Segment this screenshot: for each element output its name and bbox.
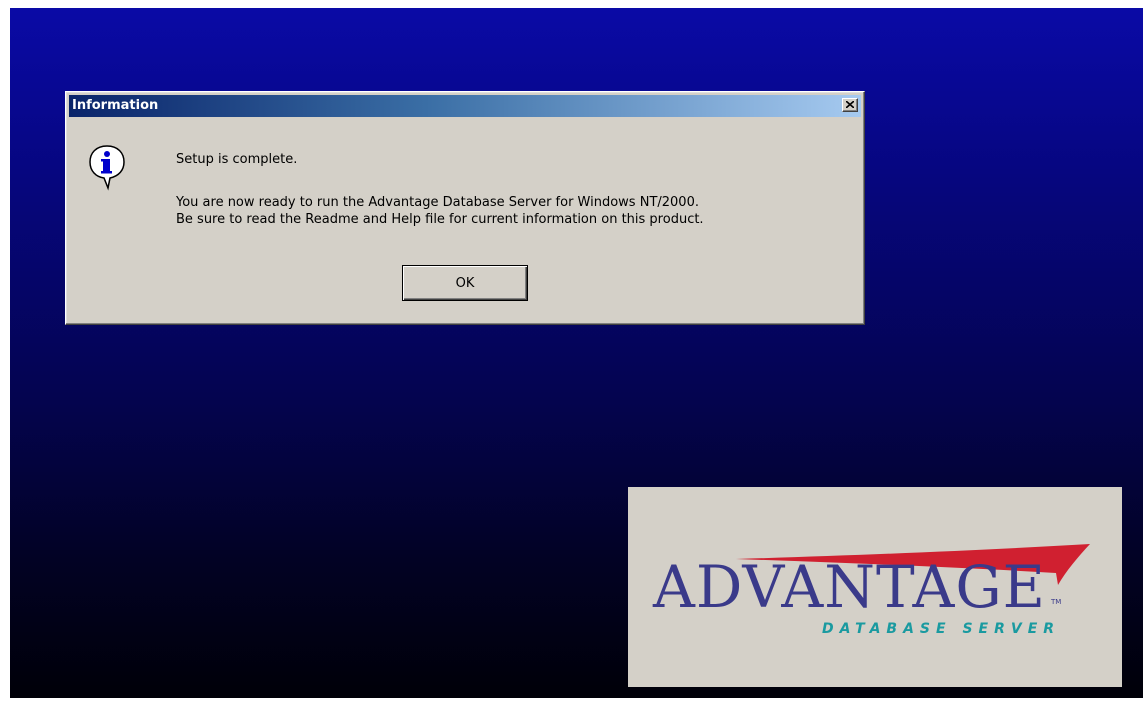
logo-trademark: TM (1051, 598, 1062, 606)
close-button[interactable] (842, 98, 858, 112)
logo-wordmark: ADVANTAGE (653, 553, 1047, 621)
info-icon (89, 145, 125, 191)
advantage-logo: ADVANTAGE TM DATABASE SERVER (628, 487, 1122, 687)
logo-subtitle: DATABASE SERVER (822, 621, 1061, 637)
message-readme: Be sure to read the Readme and Help file… (176, 212, 704, 227)
message-ready: You are now ready to run the Advantage D… (176, 195, 699, 210)
message-setup-complete: Setup is complete. (176, 152, 298, 167)
ok-button[interactable]: OK (402, 265, 528, 301)
close-icon (846, 101, 854, 108)
dialog-title: Information (72, 98, 159, 113)
dialog-titlebar[interactable]: Information (69, 95, 861, 117)
information-dialog: Information Setup is complete. You are n… (65, 91, 865, 325)
